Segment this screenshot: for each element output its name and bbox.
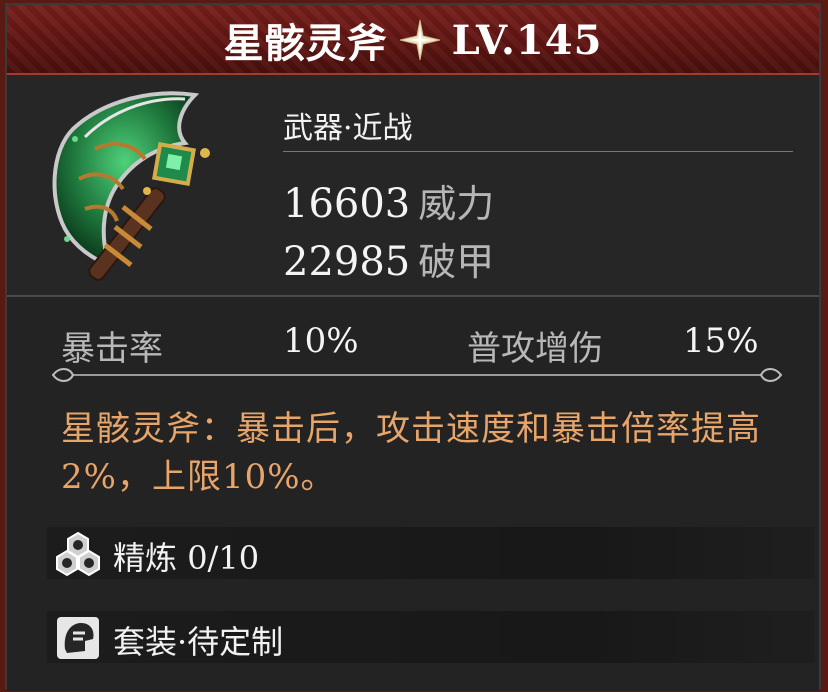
sparkle-star-icon <box>399 19 440 61</box>
stat-armor-break-value: 22985 <box>283 239 411 285</box>
item-details: 暴击率 10% 普攻增伤 15% 星骸灵斧：暴击后，攻击速度和暴击倍率提高2%，… <box>7 297 819 691</box>
normal-attack-bonus-value: 15% <box>683 321 759 361</box>
item-type: 武器·近战 <box>283 111 413 146</box>
item-summary: 武器·近战 16603 威力 22985 破甲 <box>7 75 819 297</box>
item-header: 星骸灵斧 LV.145 <box>7 5 819 75</box>
stat-power-value: 16603 <box>283 181 411 227</box>
item-tooltip: 星骸灵斧 LV.145 武器·近战 16603 威力 22985 破甲 暴击率 … <box>5 3 821 691</box>
refine-orbs-icon <box>56 531 100 577</box>
title-row: 星骸灵斧 LV.145 <box>7 13 819 68</box>
stat-armor-break: 22985 破甲 <box>283 231 494 286</box>
knight-helmet-icon <box>57 617 99 659</box>
crit-rate-label: 暴击率 <box>61 329 163 369</box>
stat-power: 16603 威力 <box>283 173 494 228</box>
refine-text: 精炼 0/10 <box>113 533 259 579</box>
item-name: 星骸灵斧 <box>223 20 388 67</box>
item-level: LV.145 <box>451 16 603 64</box>
ornament-divider <box>51 368 783 382</box>
set-label: 套装·待定制 <box>113 623 284 661</box>
stat-armor-break-label: 破甲 <box>418 240 495 284</box>
refine-value: 0/10 <box>187 539 260 577</box>
normal-attack-bonus-label: 普攻增伤 <box>467 329 603 369</box>
set-row[interactable]: 套装·待定制 <box>47 611 815 663</box>
refine-row[interactable]: 精炼 0/10 <box>47 527 815 579</box>
stat-power-label: 威力 <box>418 182 495 226</box>
jade-axe-icon <box>52 91 210 281</box>
crit-rate-value: 10% <box>283 321 359 361</box>
refine-label: 精炼 <box>113 539 178 577</box>
skill-description: 星骸灵斧：暴击后，攻击速度和暴击倍率提高2%，上限10%。 <box>61 409 761 497</box>
separator <box>283 151 793 152</box>
